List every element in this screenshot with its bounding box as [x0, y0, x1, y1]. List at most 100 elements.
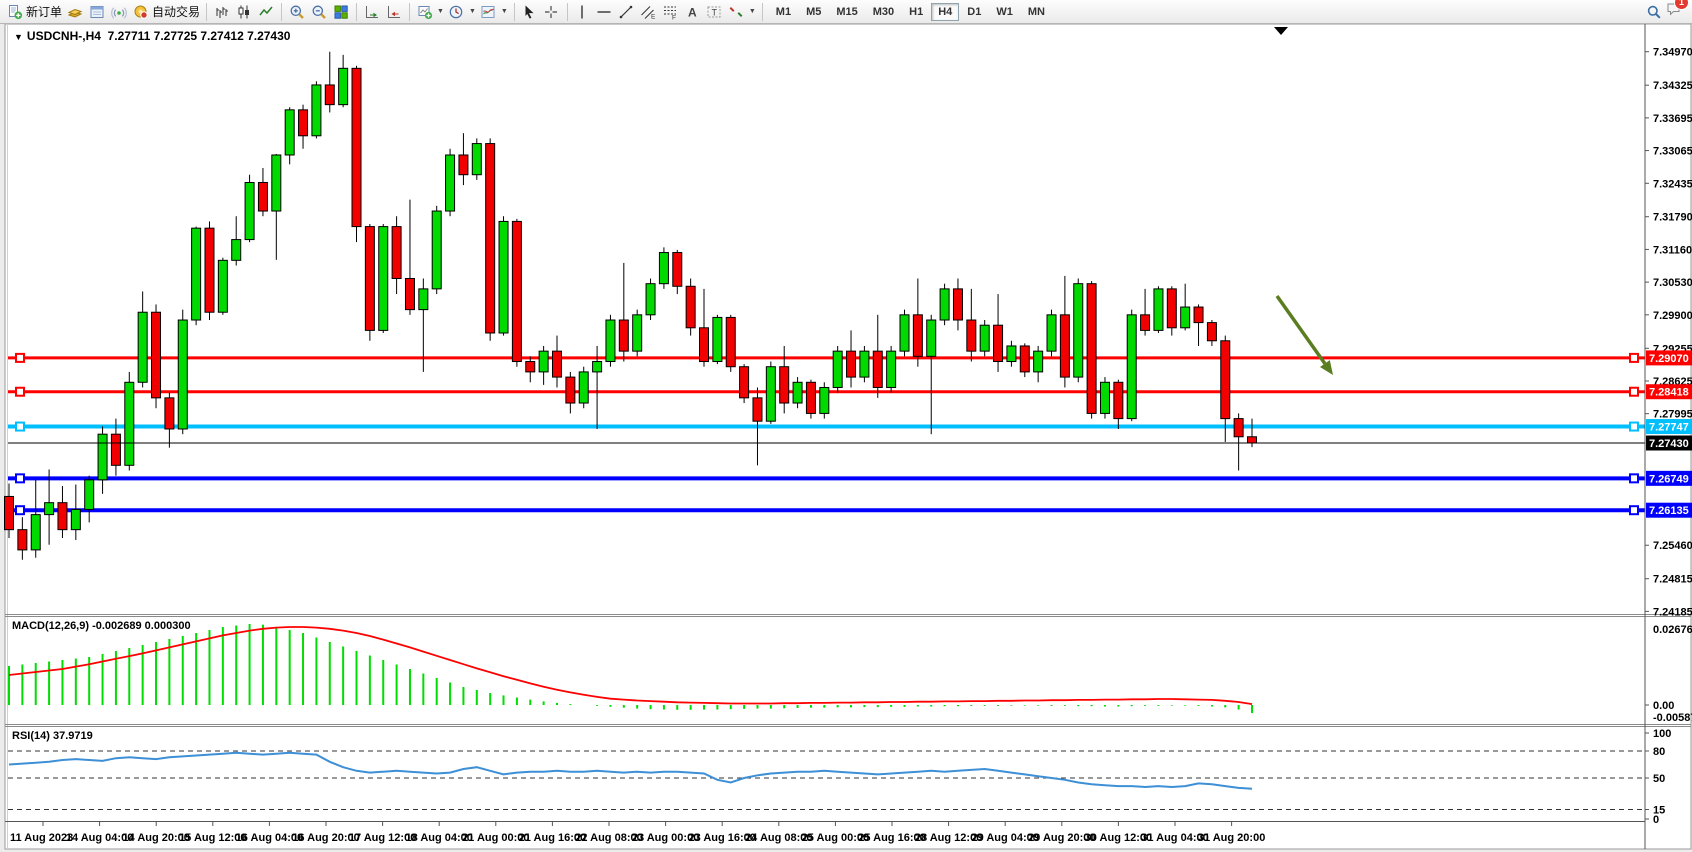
main-toolbar: 新订单 自动交易 ▼ ▼ ▼ E F A T ▼ M1M5M15M30H1H4D… — [0, 0, 1692, 24]
notification-badge: 1 — [1675, 0, 1688, 9]
chevron-down-icon: ▼ — [501, 8, 508, 15]
search-button[interactable] — [1643, 2, 1665, 22]
chevron-down-icon: ▼ — [469, 8, 476, 15]
line-chart-icon — [257, 4, 274, 20]
toolbar-separator — [409, 3, 410, 21]
svg-text:7.29900: 7.29900 — [1653, 310, 1692, 322]
bar-chart-button[interactable] — [211, 2, 233, 22]
chevron-down-icon: ▼ — [437, 8, 444, 15]
trendline-button[interactable] — [616, 2, 638, 22]
timeframe-button-M1[interactable]: M1 — [769, 3, 798, 21]
tile-windows-icon — [332, 4, 349, 20]
timeframe-button-H4[interactable]: H4 — [931, 3, 959, 21]
svg-text:A: A — [688, 5, 697, 19]
timeframe-button-M30[interactable]: M30 — [866, 3, 901, 21]
toolbar-separator — [762, 3, 763, 21]
chat-button[interactable]: 1 — [1665, 1, 1682, 22]
templates-button[interactable]: ▼ — [478, 2, 510, 22]
line-chart-button[interactable] — [255, 2, 277, 22]
rsi-indicator-label: RSI(14) 37.9719 — [12, 730, 93, 742]
text-label-icon: T — [706, 4, 723, 20]
timeframe-button-M5[interactable]: M5 — [799, 3, 828, 21]
toolbar-separator — [281, 3, 282, 21]
zoom-out-button[interactable] — [308, 2, 330, 22]
chart-title: ▼USDCNH-,H4 7.27711 7.27725 7.27412 7.27… — [14, 29, 290, 43]
arrows-tool-button[interactable]: ▼ — [726, 2, 758, 22]
data-window-button[interactable] — [86, 2, 108, 22]
svg-text:7.28418: 7.28418 — [1649, 387, 1689, 399]
svg-text:T: T — [712, 7, 718, 17]
svg-text:7.24815: 7.24815 — [1653, 574, 1692, 586]
vertical-line-button[interactable] — [572, 2, 594, 22]
timeframe-button-H1[interactable]: H1 — [902, 3, 930, 21]
svg-text:7.26749: 7.26749 — [1649, 473, 1689, 485]
toolbar-separator — [567, 3, 568, 21]
svg-text:100: 100 — [1653, 728, 1671, 740]
autotrading-button[interactable]: 自动交易 — [130, 2, 202, 22]
svg-text:11 Aug 2023: 11 Aug 2023 — [10, 832, 73, 844]
channel-button[interactable]: E — [638, 2, 660, 22]
new-chart-button[interactable]: ▼ — [414, 2, 446, 22]
svg-text:7.27747: 7.27747 — [1649, 422, 1689, 434]
svg-text:50: 50 — [1653, 773, 1665, 785]
timeframe-button-MN[interactable]: MN — [1021, 3, 1052, 21]
tile-windows-button[interactable] — [330, 2, 352, 22]
vertical-line-icon — [574, 4, 591, 20]
candlestick-chart-icon — [235, 4, 252, 20]
text-tool-button[interactable]: A — [682, 2, 704, 22]
timeframe-toolbar: M1M5M15M30H1H4D1W1MN — [769, 3, 1052, 21]
svg-text:7.27430: 7.27430 — [1649, 438, 1689, 450]
template-icon — [480, 4, 497, 20]
svg-text:7.25460: 7.25460 — [1653, 540, 1692, 552]
toolbar-separator — [356, 3, 357, 21]
timeframe-button-M15[interactable]: M15 — [829, 3, 864, 21]
auto-scroll-icon — [363, 4, 380, 20]
cursor-button[interactable] — [519, 2, 541, 22]
svg-text:7.34325: 7.34325 — [1653, 80, 1692, 92]
market-watch-icon — [66, 4, 83, 20]
cursor-icon — [521, 4, 538, 20]
svg-text:80: 80 — [1653, 746, 1665, 758]
fibonacci-button[interactable]: F — [660, 2, 682, 22]
new-order-button[interactable]: 新订单 — [4, 2, 64, 22]
svg-text:7.33065: 7.33065 — [1653, 146, 1692, 158]
svg-text:7.30530: 7.30530 — [1653, 277, 1692, 289]
data-window-icon — [88, 4, 105, 20]
zoom-in-button[interactable] — [286, 2, 308, 22]
new-chart-icon — [416, 4, 433, 20]
autotrading-label: 自动交易 — [152, 3, 200, 20]
crosshair-button[interactable] — [541, 2, 563, 22]
timeframe-button-D1[interactable]: D1 — [960, 3, 988, 21]
symbol-dropdown-icon[interactable]: ▼ — [14, 32, 23, 42]
svg-text:0: 0 — [1653, 814, 1659, 826]
svg-text:F: F — [672, 14, 676, 20]
svg-text:7.31790: 7.31790 — [1653, 212, 1692, 224]
arrows-icon — [728, 4, 745, 20]
zoom-out-icon — [310, 4, 327, 20]
svg-text:7.32435: 7.32435 — [1653, 178, 1692, 190]
svg-text:7.29070: 7.29070 — [1649, 353, 1689, 365]
svg-text:7.31160: 7.31160 — [1653, 244, 1692, 256]
market-watch-button[interactable] — [64, 2, 86, 22]
horizontal-line-icon — [596, 4, 613, 20]
periods-button[interactable]: ▼ — [446, 2, 478, 22]
svg-text:7.33695: 7.33695 — [1653, 113, 1692, 125]
timeframe-button-W1[interactable]: W1 — [989, 3, 1020, 21]
text-icon: A — [684, 4, 701, 20]
horizontal-line-button[interactable] — [594, 2, 616, 22]
candlestick-chart-button[interactable] — [233, 2, 255, 22]
symbol-name: USDCNH-,H4 — [27, 29, 101, 43]
svg-text:31 Aug 20:00: 31 Aug 20:00 — [1198, 832, 1265, 844]
chart-shift-button[interactable] — [383, 2, 405, 22]
text-label-button[interactable]: T — [704, 2, 726, 22]
autotrading-icon — [132, 4, 149, 20]
navigator-button[interactable] — [108, 2, 130, 22]
svg-text:7.24185: 7.24185 — [1653, 606, 1692, 618]
svg-text:7.26135: 7.26135 — [1649, 505, 1689, 517]
bar-chart-icon — [213, 4, 230, 20]
auto-scroll-button[interactable] — [361, 2, 383, 22]
svg-text:0.00: 0.00 — [1653, 700, 1674, 712]
chart-canvas[interactable]: 7.349707.343257.336957.330657.324357.317… — [0, 0, 1692, 852]
toolbar-separator — [206, 3, 207, 21]
trendline-icon — [618, 4, 635, 20]
